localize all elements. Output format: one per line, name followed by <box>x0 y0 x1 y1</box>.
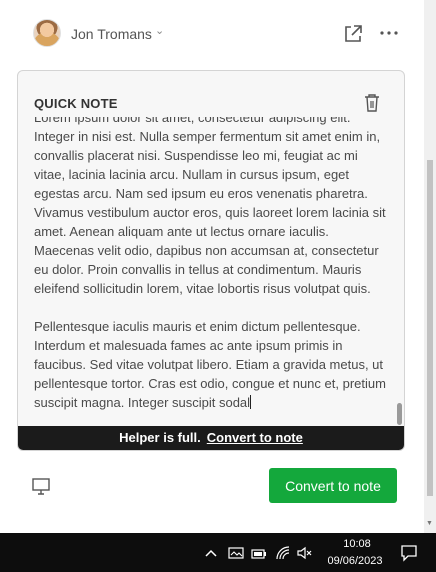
note-paragraph-with-caret: Pellentesque iaculis mauris et enim dict… <box>34 317 392 412</box>
battery-icon[interactable] <box>251 545 267 561</box>
taskbar: 10:08 09/06/2023 <box>0 533 436 572</box>
window-scrollbar-thumb[interactable] <box>427 160 433 496</box>
wifi-icon[interactable] <box>275 545 291 561</box>
note-paragraph: Lorem ipsum dolor sit amet, consectetur … <box>34 117 386 296</box>
note-text-area[interactable]: Lorem ipsum dolor sit amet, consectetur … <box>34 117 392 429</box>
tray-app-icon[interactable] <box>228 545 244 561</box>
external-link-icon[interactable] <box>343 24 363 44</box>
monitor-icon[interactable] <box>31 476 51 496</box>
note-title: QUICK NOTE <box>34 96 118 111</box>
notification-icon[interactable] <box>400 544 418 562</box>
trash-icon[interactable] <box>363 93 381 113</box>
convert-to-note-link[interactable]: Convert to note <box>207 430 303 445</box>
helper-full-banner: Helper is full. Convert to note <box>18 426 404 450</box>
helper-message: Helper is full. <box>119 430 201 445</box>
note-content: Lorem ipsum dolor sit amet, consectetur … <box>34 117 392 429</box>
clock-date[interactable]: 09/06/2023 <box>322 555 388 567</box>
convert-to-note-button[interactable]: Convert to note <box>269 468 397 503</box>
chevron-down-icon[interactable]: ⌄ <box>155 24 164 37</box>
note-scrollbar[interactable] <box>397 403 402 425</box>
note-header: Jon Tromans ⌄ <box>0 0 424 68</box>
window-scrollbar[interactable]: ▼ <box>424 0 436 533</box>
user-name[interactable]: Jon Tromans <box>71 26 152 42</box>
clock-time[interactable]: 10:08 <box>337 538 377 550</box>
text-caret <box>250 395 252 409</box>
volume-muted-icon[interactable] <box>297 545 313 561</box>
avatar[interactable] <box>33 19 61 47</box>
quick-note-card: QUICK NOTE Lorem ipsum dolor sit amet, c… <box>17 70 405 451</box>
note-paragraph: Pellentesque iaculis mauris et enim dict… <box>34 319 386 410</box>
scroll-down-arrow-icon[interactable]: ▼ <box>426 520 433 527</box>
more-horizontal-icon[interactable] <box>378 22 400 44</box>
chevron-up-icon[interactable] <box>203 545 219 561</box>
